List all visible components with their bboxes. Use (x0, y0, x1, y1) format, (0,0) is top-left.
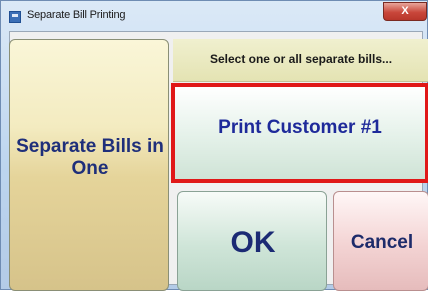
cancel-label: Cancel (350, 232, 414, 253)
prompt-panel: Select one or all separate bills... (173, 39, 428, 82)
ok-label: OK (230, 226, 276, 259)
window-title: Separate Bill Printing (27, 9, 126, 21)
dialog-window: Separate Bill Printing X Separate Bills … (0, 0, 428, 291)
separate-bills-button[interactable]: Separate Bills in One (9, 39, 169, 291)
close-icon: X (401, 5, 409, 17)
print-customer-label: Print Customer #1 (218, 117, 382, 138)
cancel-button[interactable]: Cancel (333, 191, 428, 291)
title-bar[interactable]: Separate Bill Printing X (1, 1, 428, 31)
window-app-icon (9, 11, 21, 23)
separate-bills-label: Separate Bills in One (16, 136, 164, 179)
print-customer-button[interactable]: Print Customer #1 (171, 83, 428, 183)
prompt-text: Select one or all separate bills... (209, 52, 393, 66)
close-button[interactable]: X (383, 2, 427, 21)
ok-button[interactable]: OK (177, 191, 327, 291)
